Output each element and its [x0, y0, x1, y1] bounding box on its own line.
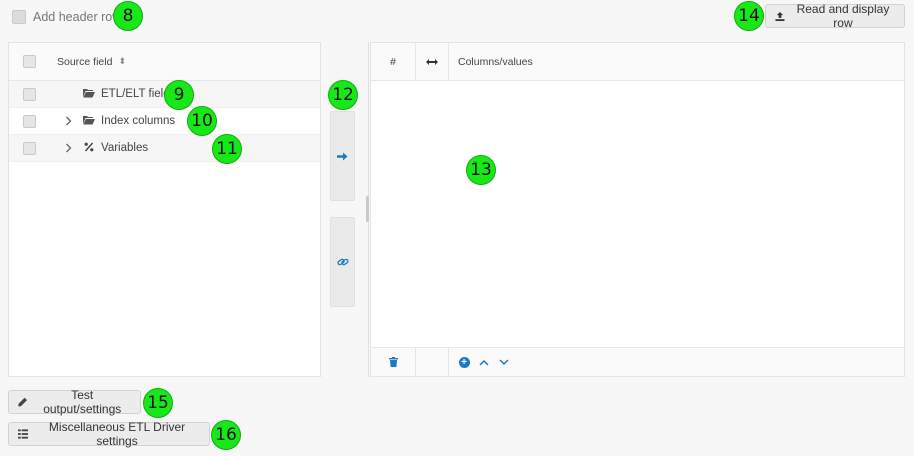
source-field-header: Source field ⬍: [9, 43, 320, 81]
callout-marker: 13: [466, 155, 496, 185]
callout-marker: 14: [734, 1, 764, 31]
tree-row-variables[interactable]: Variables: [9, 135, 320, 162]
move-down-button[interactable]: [498, 356, 510, 368]
callout-marker: 16: [211, 420, 241, 450]
link-fields-button[interactable]: [330, 217, 355, 307]
columns-values-header: Columns/values: [458, 55, 533, 68]
chevron-down-icon: [499, 358, 509, 365]
delete-row-button[interactable]: [371, 348, 416, 376]
callout-marker: 8: [113, 1, 143, 31]
source-field-header-label: Source field: [57, 55, 113, 68]
footer-spacer: [416, 348, 449, 376]
callout-marker: 10: [187, 106, 217, 136]
target-columns-list: [371, 81, 904, 347]
callout-marker: 9: [164, 80, 194, 110]
callout-marker: 12: [328, 80, 358, 110]
target-columns-footer: +: [371, 347, 904, 376]
link-icon: [336, 258, 349, 266]
resize-handle[interactable]: [366, 196, 369, 222]
checkbox-box[interactable]: [12, 10, 26, 24]
upload-icon: [775, 11, 785, 21]
add-header-row-label: Add header row: [33, 10, 122, 24]
row-controls: +: [449, 356, 510, 368]
read-display-row-button[interactable]: Read and display row: [765, 2, 905, 30]
folder-open-icon: [83, 115, 95, 128]
target-columns-header: # Columns/values: [371, 43, 904, 81]
chevron-right-icon[interactable]: [62, 114, 74, 129]
callout-marker: 15: [143, 388, 173, 418]
chevron-right-icon[interactable]: [62, 141, 74, 156]
source-field-column-header[interactable]: Source field ⬍: [57, 56, 126, 68]
row-checkbox[interactable]: [23, 141, 36, 155]
sort-icon[interactable]: ⬍: [118, 56, 126, 67]
folder-open-icon: [83, 88, 95, 101]
trash-icon: [388, 357, 398, 367]
move-up-button[interactable]: [478, 356, 490, 368]
select-all-checkbox[interactable]: [23, 55, 36, 68]
add-header-row-checkbox[interactable]: Add header row: [12, 8, 121, 26]
callout-marker: 11: [212, 134, 242, 164]
percent-icon: [83, 142, 95, 155]
tree-row-index-columns[interactable]: Index columns: [9, 108, 320, 135]
tree-row-label: Index columns: [101, 115, 176, 127]
add-row-button[interactable]: +: [458, 356, 470, 368]
read-display-row-label: Read and display row: [796, 2, 890, 30]
list-settings-icon: [18, 429, 29, 439]
misc-etl-driver-settings-button[interactable]: Miscellaneous ETL Driver settings: [8, 420, 210, 448]
arrow-right-icon: [337, 152, 348, 160]
chevron-up-icon: [479, 359, 489, 366]
row-checkbox[interactable]: [23, 114, 36, 128]
test-output-settings-label: Test output/settings: [43, 388, 122, 416]
test-output-settings-button[interactable]: Test output/settings: [8, 388, 141, 416]
map-to-target-button[interactable]: [330, 111, 355, 201]
row-checkbox[interactable]: [23, 87, 36, 101]
column-number-header: #: [371, 43, 416, 80]
misc-etl-driver-settings-label: Miscellaneous ETL Driver settings: [48, 420, 186, 448]
target-columns-panel: # Columns/values +: [370, 42, 905, 377]
swap-columns-icon[interactable]: [416, 43, 449, 80]
plus-circle-icon: +: [458, 356, 470, 368]
tree-row-label: Variables: [101, 142, 149, 154]
pencil-icon: [18, 397, 27, 407]
